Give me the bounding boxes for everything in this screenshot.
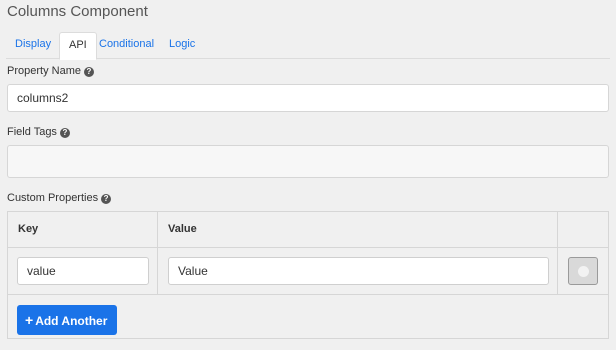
row-divider xyxy=(8,294,608,295)
add-another-button[interactable]: + Add Another xyxy=(17,305,117,335)
settings-tabs: Display API Conditional Logic xyxy=(6,32,610,60)
plus-icon: + xyxy=(25,312,34,328)
remove-icon xyxy=(578,266,589,277)
field-tags-label: Field Tags? xyxy=(7,126,70,138)
column-divider xyxy=(557,212,558,295)
help-icon[interactable]: ? xyxy=(101,194,112,204)
custom-properties-table: Key Value value Value + Add Another xyxy=(7,211,609,339)
property-name-label: Property Name? xyxy=(7,65,94,77)
property-name-label-text: Property Name xyxy=(7,65,81,77)
help-icon[interactable]: ? xyxy=(83,67,94,77)
tab-display[interactable]: Display xyxy=(6,32,60,59)
column-divider xyxy=(157,212,158,295)
help-icon[interactable]: ? xyxy=(59,128,70,138)
add-another-label: Add Another xyxy=(35,314,108,328)
field-tags-input[interactable] xyxy=(7,145,609,178)
property-name-input[interactable]: columns2 xyxy=(7,84,609,112)
header-divider xyxy=(8,247,608,248)
key-input[interactable]: value xyxy=(17,257,149,285)
remove-row-button[interactable] xyxy=(568,257,598,285)
field-tags-label-text: Field Tags xyxy=(7,126,57,138)
custom-properties-label-text: Custom Properties xyxy=(7,192,99,204)
value-input[interactable]: Value xyxy=(168,257,549,285)
header-value: Value xyxy=(168,223,197,235)
custom-properties-label: Custom Properties? xyxy=(7,192,112,204)
header-key: Key xyxy=(18,223,39,235)
component-title: Columns Component xyxy=(7,3,148,20)
tab-logic[interactable]: Logic xyxy=(160,32,204,59)
tab-conditional[interactable]: Conditional xyxy=(90,32,163,59)
